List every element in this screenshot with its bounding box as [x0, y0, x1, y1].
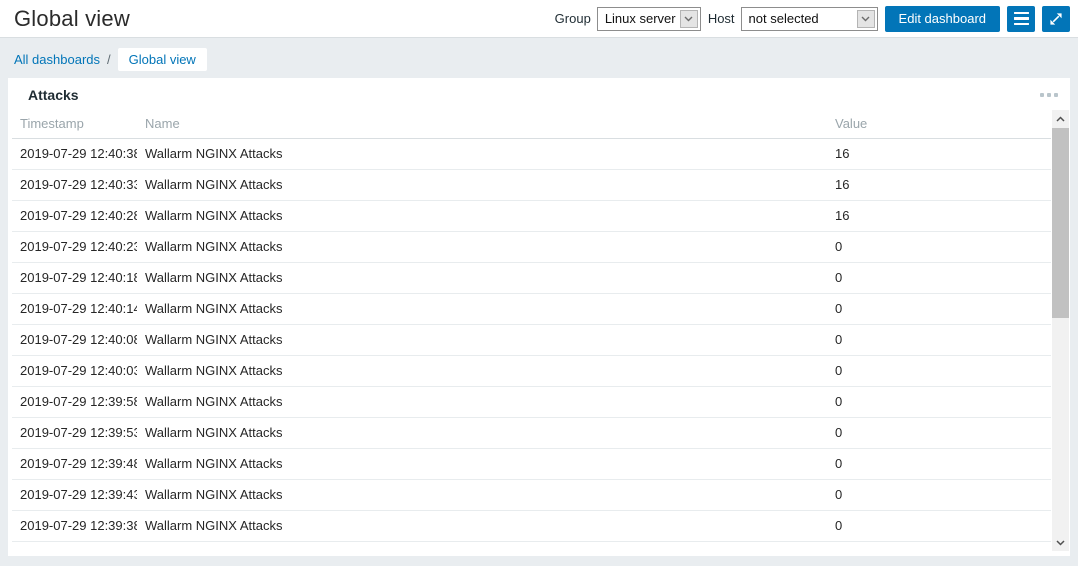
host-select[interactable]: not selected — [741, 7, 878, 31]
cell-timestamp: 2019-07-29 12:39:58 — [12, 387, 137, 418]
table-row: 2019-07-29 12:40:38 Wallarm NGINX Attack… — [12, 139, 1051, 170]
cell-timestamp: 2019-07-29 12:40:33 — [12, 170, 137, 201]
cell-name: Wallarm NGINX Attacks — [137, 480, 827, 511]
host-label: Host — [708, 11, 735, 26]
cell-value: 0 — [827, 294, 1051, 325]
cell-timestamp: 2019-07-29 12:40:18 — [12, 263, 137, 294]
hamburger-icon — [1014, 12, 1029, 26]
cell-name: Wallarm NGINX Attacks — [137, 294, 827, 325]
column-header-timestamp: Timestamp — [12, 110, 137, 139]
table-row: 2019-07-29 12:40:03 Wallarm NGINX Attack… — [12, 356, 1051, 387]
cell-timestamp: 2019-07-29 12:39:53 — [12, 418, 137, 449]
edit-dashboard-button[interactable]: Edit dashboard — [885, 6, 1000, 32]
table-row: 2019-07-29 12:40:28 Wallarm NGINX Attack… — [12, 201, 1051, 232]
cell-value: 0 — [827, 232, 1051, 263]
cell-value: 0 — [827, 480, 1051, 511]
table-row: 2019-07-29 12:39:58 Wallarm NGINX Attack… — [12, 387, 1051, 418]
table-header-row: Timestamp Name Value — [12, 110, 1051, 139]
cell-name: Wallarm NGINX Attacks — [137, 201, 827, 232]
cell-value: 16 — [827, 170, 1051, 201]
ellipsis-icon — [1040, 93, 1058, 97]
scroll-down-button[interactable] — [1052, 534, 1069, 551]
cell-value: 0 — [827, 387, 1051, 418]
group-label: Group — [555, 11, 591, 26]
expand-arrows-icon — [1049, 12, 1063, 26]
topbar-controls: Group Linux servers Host not selected Ed… — [555, 6, 1070, 32]
cell-name: Wallarm NGINX Attacks — [137, 418, 827, 449]
fullscreen-button[interactable] — [1042, 6, 1070, 32]
table-row: 2019-07-29 12:40:14 Wallarm NGINX Attack… — [12, 294, 1051, 325]
attacks-widget: Attacks Timestamp Name Value 2019-07-29 … — [8, 78, 1070, 556]
widget-body: Timestamp Name Value 2019-07-29 12:40:38… — [8, 110, 1070, 551]
top-bar: Global view Group Linux servers Host not… — [0, 0, 1078, 38]
chevron-up-icon — [1056, 116, 1065, 122]
attacks-table: Timestamp Name Value 2019-07-29 12:40:38… — [12, 110, 1051, 542]
group-select[interactable]: Linux servers — [597, 7, 701, 31]
chevron-down-icon — [857, 10, 875, 28]
cell-name: Wallarm NGINX Attacks — [137, 449, 827, 480]
cell-value: 0 — [827, 449, 1051, 480]
cell-name: Wallarm NGINX Attacks — [137, 139, 827, 170]
host-select-value: not selected — [749, 11, 853, 26]
table-row: 2019-07-29 12:39:48 Wallarm NGINX Attack… — [12, 449, 1051, 480]
chevron-down-icon — [680, 10, 698, 28]
cell-name: Wallarm NGINX Attacks — [137, 325, 827, 356]
cell-name: Wallarm NGINX Attacks — [137, 263, 827, 294]
cell-timestamp: 2019-07-29 12:40:28 — [12, 201, 137, 232]
cell-timestamp: 2019-07-29 12:40:08 — [12, 325, 137, 356]
table-row: 2019-07-29 12:39:38 Wallarm NGINX Attack… — [12, 511, 1051, 542]
page-title: Global view — [14, 6, 130, 32]
cell-timestamp: 2019-07-29 12:39:48 — [12, 449, 137, 480]
group-select-value: Linux servers — [605, 11, 676, 26]
chevron-down-icon — [1056, 540, 1065, 546]
cell-value: 0 — [827, 325, 1051, 356]
scroll-up-button[interactable] — [1052, 110, 1069, 127]
table-row: 2019-07-29 12:40:33 Wallarm NGINX Attack… — [12, 170, 1051, 201]
cell-value: 16 — [827, 201, 1051, 232]
breadcrumb-separator: / — [107, 52, 111, 67]
table-row: 2019-07-29 12:40:18 Wallarm NGINX Attack… — [12, 263, 1051, 294]
table-row: 2019-07-29 12:40:23 Wallarm NGINX Attack… — [12, 232, 1051, 263]
breadcrumb-all-dashboards-link[interactable]: All dashboards — [14, 52, 100, 67]
cell-timestamp: 2019-07-29 12:40:14 — [12, 294, 137, 325]
cell-name: Wallarm NGINX Attacks — [137, 387, 827, 418]
table-row: 2019-07-29 12:39:53 Wallarm NGINX Attack… — [12, 418, 1051, 449]
widget-header: Attacks — [8, 78, 1070, 110]
cell-timestamp: 2019-07-29 12:40:23 — [12, 232, 137, 263]
cell-timestamp: 2019-07-29 12:40:03 — [12, 356, 137, 387]
cell-value: 0 — [827, 418, 1051, 449]
cell-value: 0 — [827, 263, 1051, 294]
attacks-table-wrap: Timestamp Name Value 2019-07-29 12:40:38… — [12, 110, 1051, 542]
widget-title: Attacks — [28, 87, 79, 103]
column-header-name: Name — [137, 110, 827, 139]
cell-value: 0 — [827, 511, 1051, 542]
breadcrumb-current-global-view[interactable]: Global view — [118, 48, 207, 71]
cell-name: Wallarm NGINX Attacks — [137, 511, 827, 542]
scrollbar[interactable] — [1052, 110, 1069, 551]
dashboard-menu-button[interactable] — [1007, 6, 1035, 32]
attacks-table-body: 2019-07-29 12:40:38 Wallarm NGINX Attack… — [12, 139, 1051, 542]
table-row: 2019-07-29 12:40:08 Wallarm NGINX Attack… — [12, 325, 1051, 356]
breadcrumb: All dashboards / Global view — [0, 38, 1078, 78]
cell-name: Wallarm NGINX Attacks — [137, 170, 827, 201]
cell-value: 16 — [827, 139, 1051, 170]
cell-name: Wallarm NGINX Attacks — [137, 232, 827, 263]
scrollbar-thumb[interactable] — [1052, 128, 1069, 318]
cell-value: 0 — [827, 356, 1051, 387]
cell-name: Wallarm NGINX Attacks — [137, 356, 827, 387]
cell-timestamp: 2019-07-29 12:39:38 — [12, 511, 137, 542]
table-row: 2019-07-29 12:39:43 Wallarm NGINX Attack… — [12, 480, 1051, 511]
cell-timestamp: 2019-07-29 12:39:43 — [12, 480, 137, 511]
column-header-value: Value — [827, 110, 1051, 139]
widget-menu-button[interactable] — [1038, 89, 1060, 101]
cell-timestamp: 2019-07-29 12:40:38 — [12, 139, 137, 170]
